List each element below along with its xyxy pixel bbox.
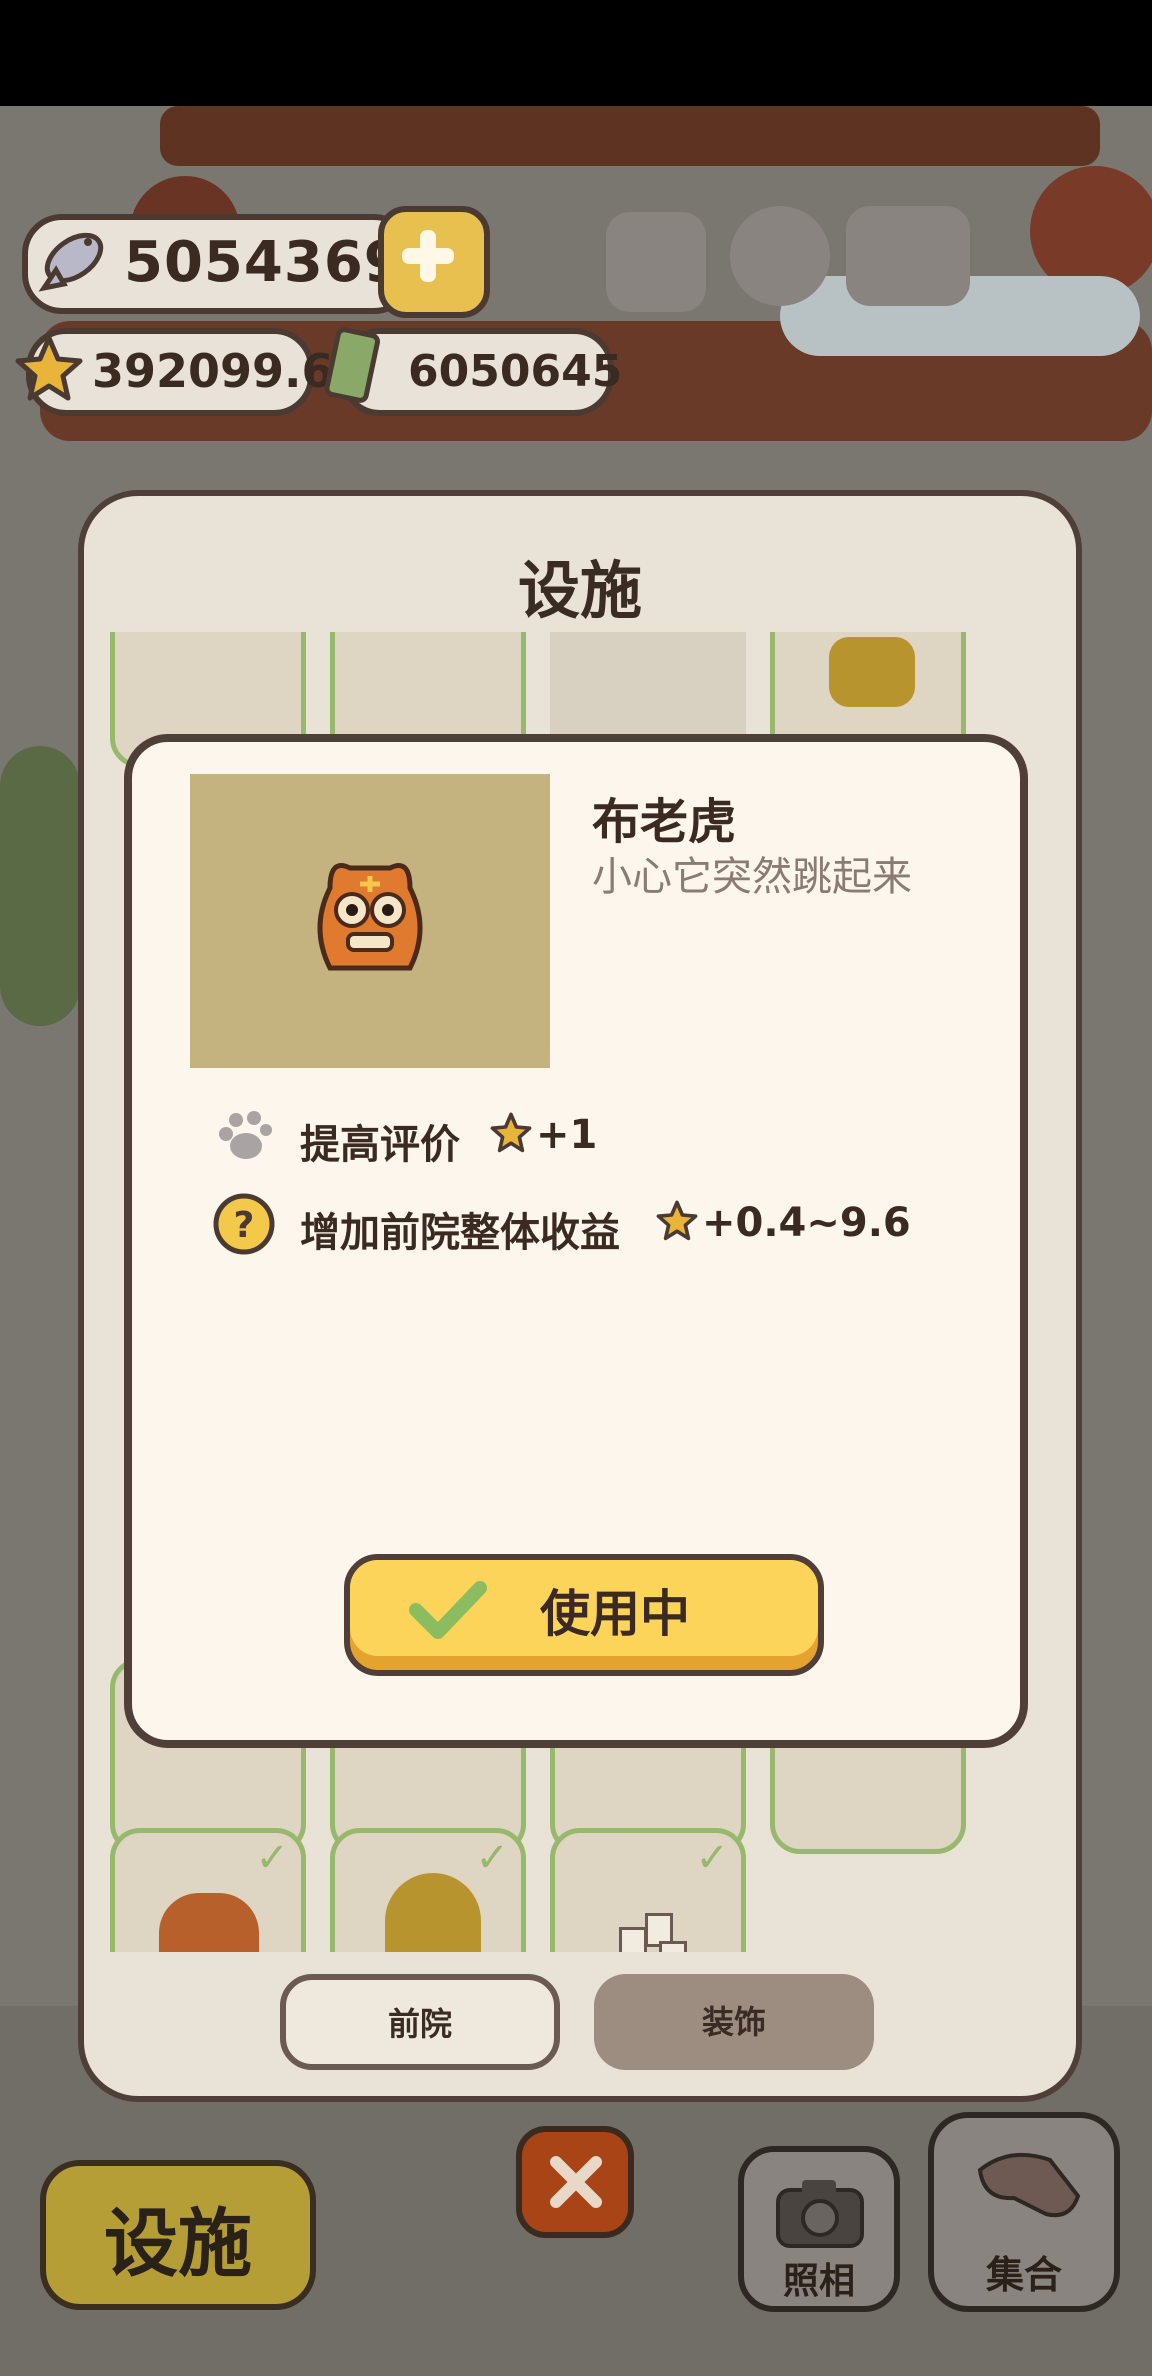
check-icon: ✓ — [475, 1835, 509, 1881]
in-use-button[interactable]: 使用中 — [344, 1554, 824, 1676]
tab-front-yard-label: 前院 — [387, 2005, 452, 2043]
facility-cell-mahjong[interactable]: ✓ — [550, 1828, 746, 1952]
star-icon — [656, 1200, 698, 1241]
mahjong-tiles-icon — [619, 1913, 689, 1952]
stat-row-rating: 提高评价 +1 — [212, 1100, 912, 1170]
stat-label: 增加前院整体收益 — [300, 1210, 620, 1256]
item-thumbnail — [190, 774, 550, 1068]
facility-button[interactable]: 设施 — [40, 2160, 316, 2310]
wheat-vase-icon — [385, 1873, 481, 1952]
book-icon[interactable] — [846, 206, 970, 306]
gear-icon[interactable] — [730, 206, 830, 306]
star-icon — [14, 334, 84, 408]
birdcage-icon — [829, 637, 915, 707]
stat-bonus: +0.4~9.6 — [702, 1200, 911, 1246]
status-bar — [0, 0, 1152, 106]
tree — [0, 746, 80, 1026]
check-icon: ✓ — [695, 1835, 729, 1881]
tab-decoration-label: 装饰 — [701, 2003, 766, 2041]
in-use-button-face: 使用中 — [350, 1560, 818, 1656]
close-button[interactable] — [516, 2126, 634, 2238]
add-fish-button[interactable] — [378, 206, 490, 318]
gather-button[interactable]: 集合 — [928, 2112, 1120, 2312]
camera-label: 照相 — [782, 2261, 855, 2302]
item-description: 小心它突然跳起来 — [592, 854, 912, 900]
panel-title: 设施 — [517, 554, 642, 627]
star-rating-value: 392099.6 — [92, 344, 334, 398]
stat-bonus: +1 — [536, 1112, 598, 1158]
tiger-toy-icon — [317, 863, 423, 971]
tiger-toy-icon — [159, 1893, 259, 1952]
cash-icon — [322, 326, 388, 410]
camera-icon — [776, 2180, 864, 2248]
check-icon: ✓ — [255, 1835, 289, 1881]
in-use-label: 使用中 — [540, 1585, 690, 1643]
gather-label: 集合 — [985, 2253, 1062, 2297]
paw-icon — [219, 1111, 272, 1159]
item-detail-popup: 布老虎 小心它突然跳起来 提高评价 +1 ? 增加前院整体收益 +0.4~9.6 — [124, 734, 1028, 1748]
stat-label: 提高评价 — [300, 1122, 460, 1168]
tab-decoration[interactable]: 装饰 — [594, 1974, 874, 2070]
stat-row-income: ? 增加前院整体收益 +0.4~9.6 — [212, 1188, 972, 1258]
close-icon — [550, 2156, 602, 2208]
cash-value: 6050645 — [408, 346, 623, 397]
camera-button[interactable]: 照相 — [738, 2146, 900, 2312]
whistle-icon — [977, 2152, 1081, 2218]
roof-decoration — [160, 106, 1100, 166]
facility-button-label: 设施 — [104, 2201, 252, 2287]
facility-cell-tiger[interactable]: ✓ — [110, 1828, 306, 1952]
star-icon — [490, 1112, 532, 1153]
facility-cell-wheat[interactable]: ✓ — [330, 1828, 526, 1952]
ranking-icon[interactable] — [606, 212, 706, 312]
svg-text:?: ? — [234, 1205, 255, 1246]
fish-icon — [30, 218, 114, 302]
checkmark-icon — [409, 1581, 487, 1639]
tab-front-yard[interactable]: 前院 — [280, 1974, 560, 2070]
plus-icon — [402, 230, 454, 282]
item-name: 布老虎 — [592, 794, 737, 850]
fish-count: 5054369 — [124, 230, 404, 295]
question-icon[interactable]: ? — [212, 1192, 276, 1256]
